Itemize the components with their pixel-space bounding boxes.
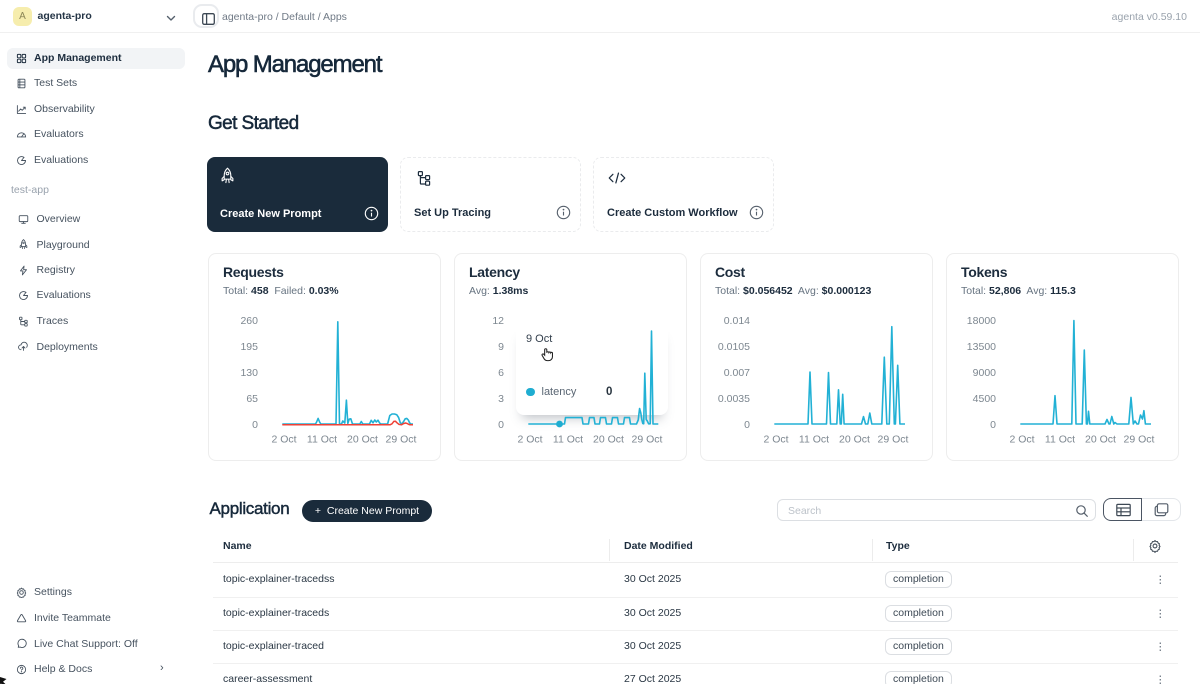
svg-text:0.007: 0.007	[724, 367, 750, 379]
svg-text:260: 260	[240, 315, 258, 327]
svg-text:13500: 13500	[967, 341, 996, 353]
svg-text:11 Oct: 11 Oct	[799, 434, 829, 446]
svg-text:130: 130	[240, 367, 258, 379]
svg-text:11 Oct: 11 Oct	[1045, 434, 1075, 446]
svg-text:0.0105: 0.0105	[718, 341, 750, 353]
svg-text:2 Oct: 2 Oct	[763, 434, 788, 446]
svg-text:29 Oct: 29 Oct	[632, 434, 663, 446]
svg-text:195: 195	[240, 341, 258, 353]
svg-text:9: 9	[498, 341, 504, 353]
svg-text:2 Oct: 2 Oct	[1009, 434, 1034, 446]
svg-text:0: 0	[252, 419, 258, 431]
svg-text:29 Oct: 29 Oct	[878, 434, 909, 446]
svg-text:0.0035: 0.0035	[718, 393, 750, 405]
svg-text:0: 0	[744, 419, 750, 431]
svg-text:29 Oct: 29 Oct	[1124, 434, 1155, 446]
svg-text:29 Oct: 29 Oct	[386, 434, 417, 446]
svg-text:18000: 18000	[967, 315, 996, 327]
svg-text:3: 3	[498, 393, 504, 405]
svg-text:0: 0	[990, 419, 996, 431]
svg-text:0: 0	[498, 419, 504, 431]
svg-text:20 Oct: 20 Oct	[593, 434, 624, 446]
svg-text:9000: 9000	[973, 367, 997, 379]
svg-text:0.014: 0.014	[724, 315, 750, 327]
svg-text:2 Oct: 2 Oct	[271, 434, 296, 446]
svg-text:20 Oct: 20 Oct	[1085, 434, 1116, 446]
svg-text:11 Oct: 11 Oct	[307, 434, 337, 446]
svg-text:4500: 4500	[973, 393, 997, 405]
svg-text:11 Oct: 11 Oct	[553, 434, 583, 446]
svg-text:65: 65	[246, 393, 258, 405]
svg-text:2 Oct: 2 Oct	[517, 434, 542, 446]
svg-text:20 Oct: 20 Oct	[347, 434, 378, 446]
svg-text:12: 12	[492, 315, 504, 327]
svg-text:20 Oct: 20 Oct	[839, 434, 870, 446]
svg-text:6: 6	[498, 367, 504, 379]
